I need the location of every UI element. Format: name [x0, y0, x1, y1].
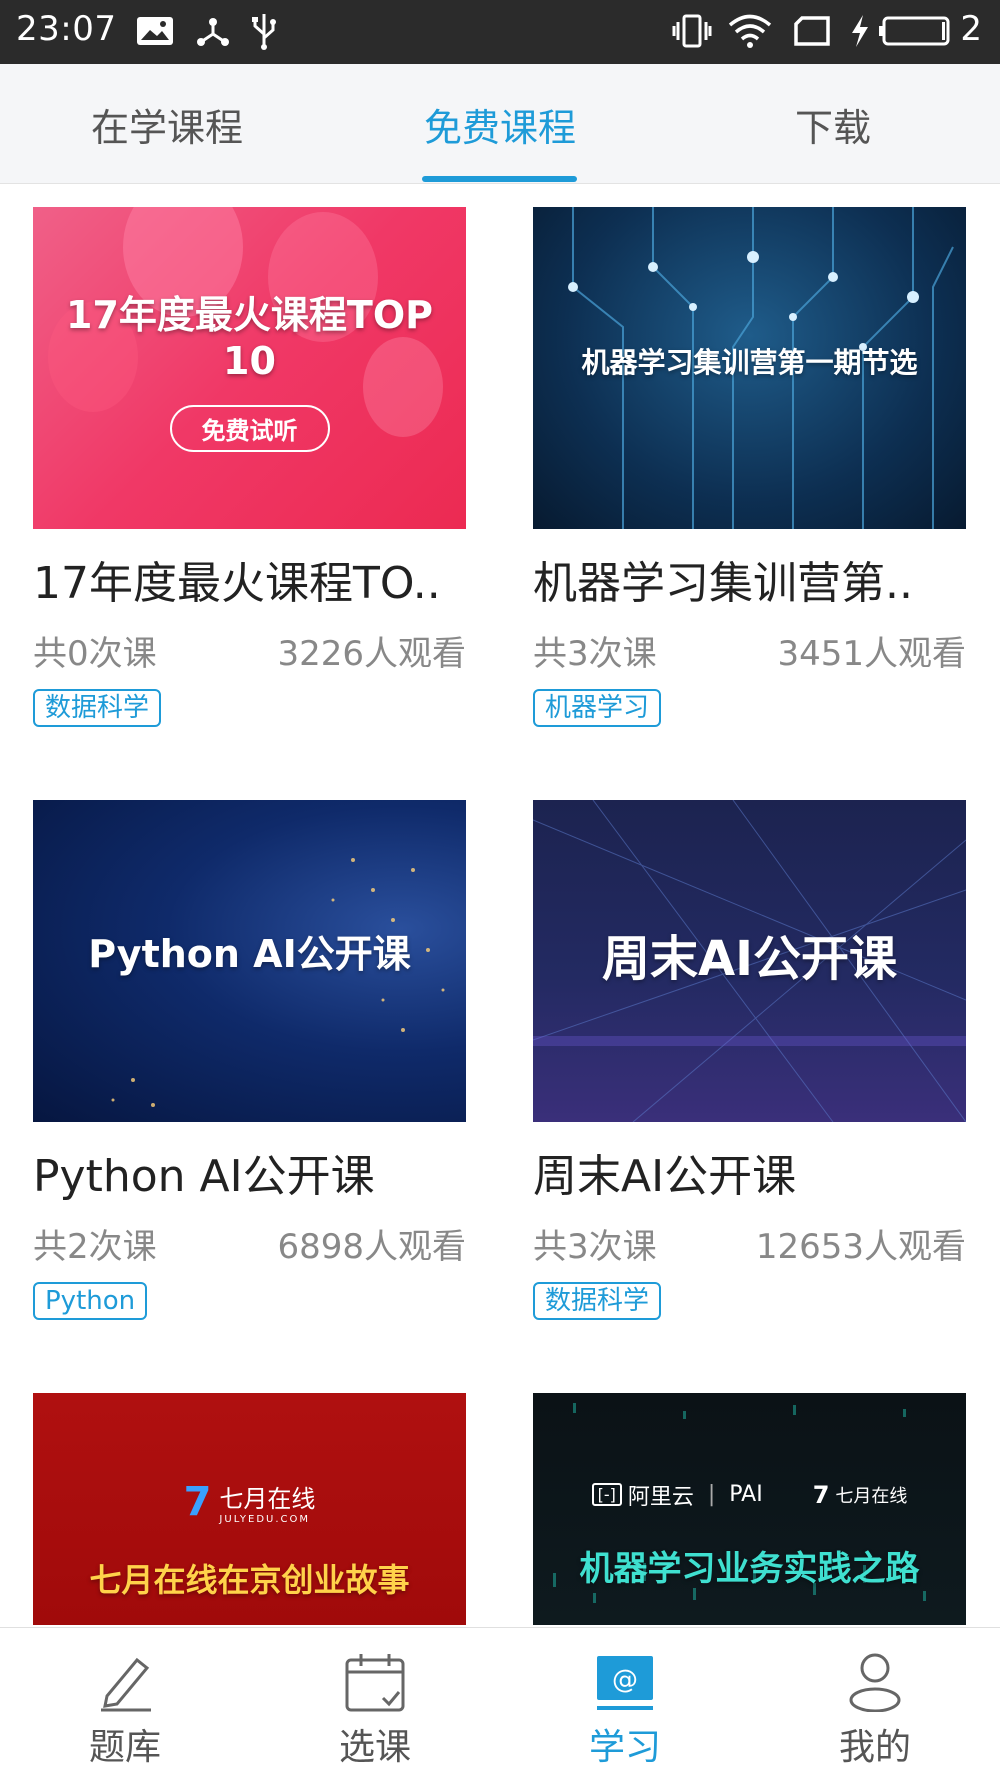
nav-label: 选课 [338, 1727, 411, 1768]
course-thumbnail[interactable]: [-] 阿里云 | PAI 7 七月在线 机器学习业务实践之路 [533, 1393, 966, 1625]
julyedu-logo-icon: 7 [812, 1480, 830, 1509]
nav-course-select[interactable]: 选课 [250, 1628, 500, 1777]
bottom-navigation: 题库 选课 @ 学习 我的 [0, 1627, 1000, 1777]
thumbnail-title: 机器学习业务实践之路 [579, 1548, 920, 1589]
course-thumbnail[interactable]: 周末AI公开课 [533, 800, 966, 1122]
calendar-icon [343, 1650, 407, 1714]
category-tag: 数据科学 [33, 689, 162, 727]
battery-level: 2 [960, 9, 982, 49]
lesson-count: 共3次课 [533, 1227, 657, 1267]
viewer-count: 3226人观看 [277, 634, 466, 674]
tab-downloads[interactable]: 下载 [728, 64, 938, 184]
julyedu-brand: 七月在线 [835, 1485, 908, 1507]
nav-label: 学习 [588, 1727, 661, 1768]
lesson-count: 共2次课 [33, 1227, 157, 1267]
sim-card-icon [792, 12, 832, 50]
nav-label: 我的 [838, 1727, 911, 1768]
nav-profile[interactable]: 我的 [750, 1628, 1000, 1777]
lesson-count: 共0次课 [33, 634, 157, 674]
study-at-icon: @ [593, 1650, 657, 1714]
viewer-count: 3451人观看 [777, 634, 966, 674]
thumbnail-title: 七月在线在京创业故事 [89, 1561, 410, 1599]
pencil-icon [93, 1650, 157, 1714]
partner-logos: [-] 阿里云 | PAI 7 七月在线 [591, 1479, 908, 1511]
logo-divider: | [707, 1482, 716, 1507]
course-card[interactable]: [-] 阿里云 | PAI 7 七月在线 机器学习业务实践之路 [533, 1393, 966, 1625]
course-card[interactable]: 机器学习集训营第一期节选 机器学习集训营第.. 共3次课 3451人观看 机器学… [533, 207, 966, 727]
lesson-count: 共3次课 [533, 634, 657, 674]
course-meta: 共0次课 3226人观看 [33, 631, 466, 677]
course-thumbnail[interactable]: 17年度最火课程TOP 10 免费试听 [33, 207, 466, 529]
course-title[interactable]: 17年度最火课程TO.. [33, 555, 473, 613]
thumbnail-title: 17年度最火课程TOP 10 [66, 293, 433, 383]
aliyun-brand: 阿里云 [627, 1484, 694, 1510]
course-meta: 共2次课 6898人观看 [33, 1224, 466, 1270]
status-time: 23:07 [16, 9, 117, 49]
course-thumbnail[interactable]: Python AI公开课 [33, 800, 466, 1122]
share-icon [195, 12, 231, 50]
nav-study[interactable]: @ 学习 [500, 1628, 750, 1777]
user-icon [843, 1650, 907, 1714]
course-card[interactable]: Python AI公开课 Python AI公开课 共2次课 6898人观看 P… [33, 800, 466, 1320]
nav-label: 题库 [88, 1727, 161, 1768]
free-trial-badge: 免费试听 [169, 405, 330, 452]
category-tag: 数据科学 [533, 1282, 662, 1320]
viewer-count: 12653人观看 [755, 1227, 966, 1267]
course-card[interactable]: 周末AI公开课 周末AI公开课 共3次课 12653人观看 数据科学 [533, 800, 966, 1320]
course-tabs: 在学课程 免费课程 下载 [0, 64, 1000, 184]
julyedu-logo-icon: 7 [183, 1479, 212, 1525]
course-meta: 共3次课 3451人观看 [533, 631, 966, 677]
course-title[interactable]: 机器学习集训营第.. [533, 555, 973, 613]
course-grid: 17年度最火课程TOP 10 免费试听 17年度最火课程TO.. 共0次课 32… [0, 185, 1000, 1625]
status-bar: 23:07 2 [0, 0, 1000, 64]
tab-learning-courses[interactable]: 在学课程 [62, 64, 272, 184]
viewer-count: 6898人观看 [277, 1227, 466, 1267]
battery-icon [878, 12, 950, 50]
julyedu-brand-sub: JULYEDU.COM [219, 1514, 311, 1525]
nav-question-bank[interactable]: 题库 [0, 1628, 250, 1777]
thumbnail-title: 周末AI公开课 [601, 931, 897, 987]
course-card[interactable]: 7 七月在线 JULYEDU.COM 七月在线在京创业故事 [33, 1393, 466, 1625]
course-card[interactable]: 17年度最火课程TOP 10 免费试听 17年度最火课程TO.. 共0次课 32… [33, 207, 466, 727]
category-tag: 机器学习 [533, 689, 662, 727]
svg-text:@: @ [612, 1665, 638, 1695]
tab-free-courses[interactable]: 免费课程 [395, 64, 605, 184]
thumbnail-title: 机器学习集训营第一期节选 [581, 346, 918, 379]
julyedu-brand: 七月在线 [219, 1485, 316, 1513]
category-tag: Python [33, 1282, 148, 1320]
course-title[interactable]: Python AI公开课 [33, 1148, 473, 1206]
wifi-icon [728, 12, 772, 50]
pai-brand: PAI [729, 1482, 763, 1507]
image-notification-icon [136, 12, 174, 50]
course-thumbnail[interactable]: 7 七月在线 JULYEDU.COM 七月在线在京创业故事 [33, 1393, 466, 1625]
charging-icon [850, 12, 870, 50]
aliyun-logo-icon: [-] [591, 1483, 622, 1506]
course-meta: 共3次课 12653人观看 [533, 1224, 966, 1270]
active-tab-indicator [422, 176, 577, 182]
julyedu-logo: 7 七月在线 JULYEDU.COM [184, 1479, 316, 1525]
usb-icon [250, 12, 278, 50]
vibrate-icon [672, 12, 712, 50]
course-thumbnail[interactable]: 机器学习集训营第一期节选 [533, 207, 966, 529]
thumbnail-title: Python AI公开课 [88, 931, 411, 976]
course-title[interactable]: 周末AI公开课 [533, 1148, 973, 1206]
